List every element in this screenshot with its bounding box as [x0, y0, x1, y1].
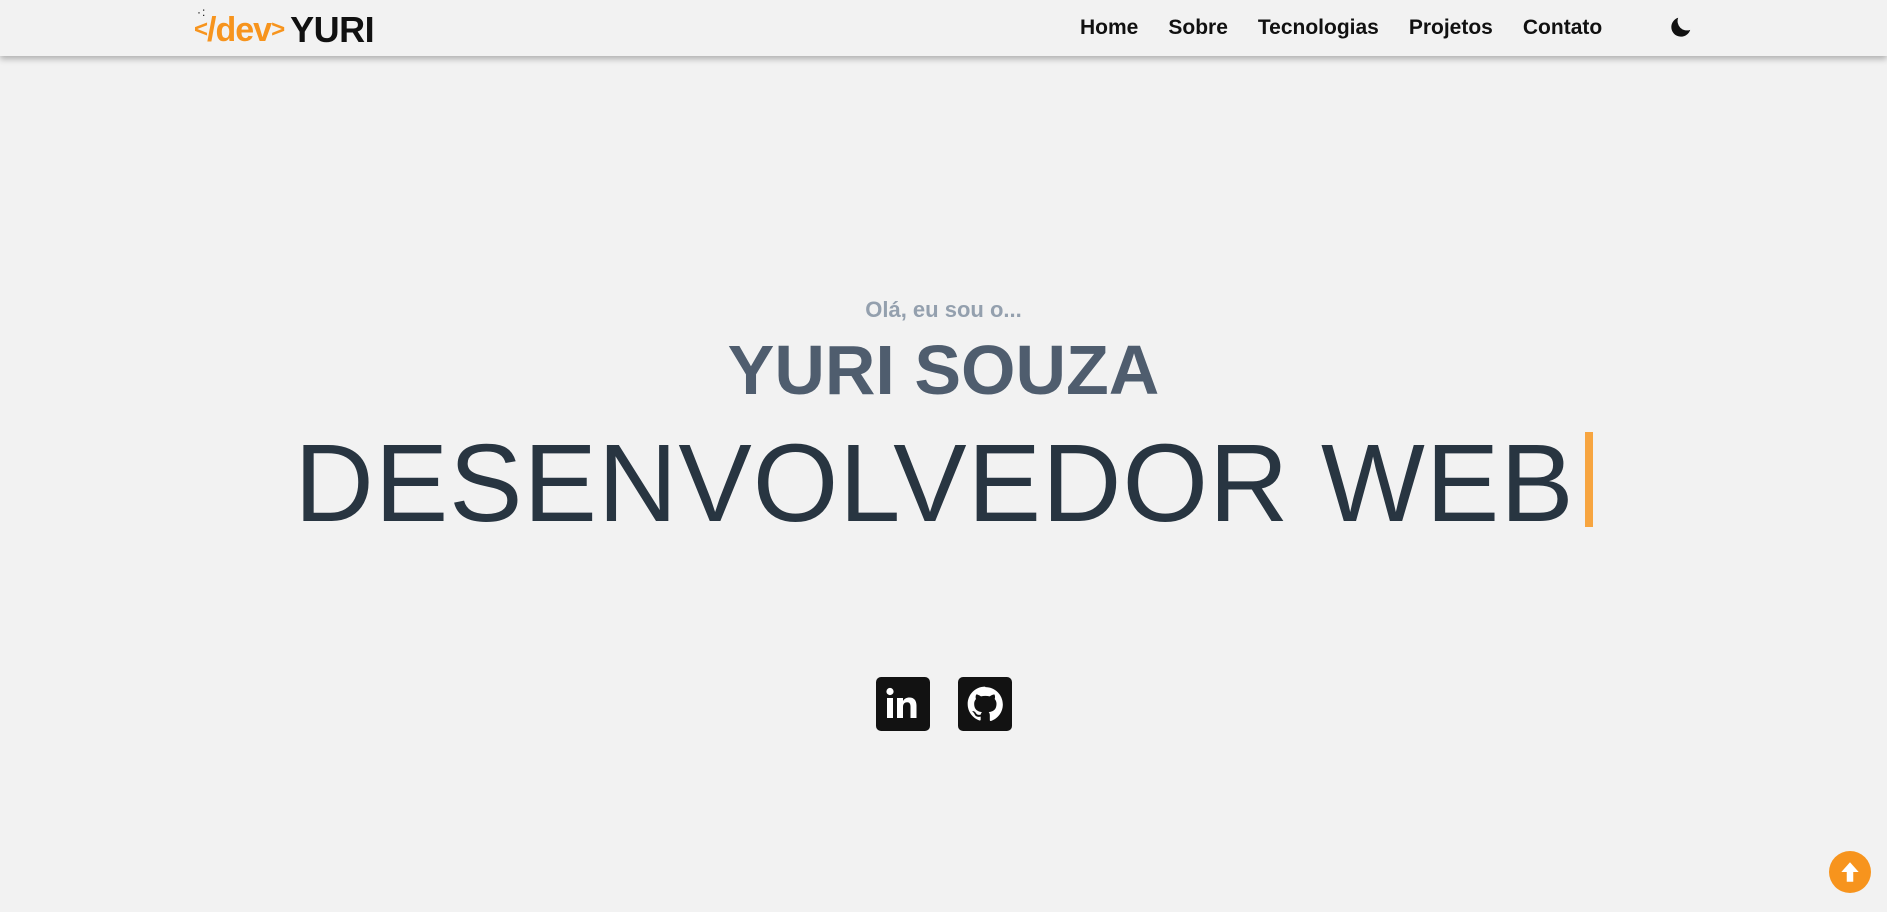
arrow-up-icon	[1841, 862, 1859, 882]
logo-dots: ·:	[197, 5, 207, 19]
nav-link-projetos[interactable]: Projetos	[1409, 16, 1493, 40]
nav-link-tecnologias[interactable]: Tecnologias	[1258, 16, 1379, 40]
hero-role: DESENVOLVEDOR WEB	[294, 422, 1575, 545]
nav-link-home[interactable]: Home	[1080, 16, 1138, 40]
navbar: ·: </dev> YURI Home Sobre Tecnologias Pr…	[0, 0, 1887, 56]
theme-toggle-button[interactable]	[1668, 14, 1694, 40]
hero-name: YURI SOUZA	[727, 331, 1160, 409]
logo-name: YURI	[290, 9, 375, 50]
back-to-top-button[interactable]	[1829, 851, 1871, 893]
logo-code: </dev>	[194, 10, 285, 50]
logo-code-text: /dev	[207, 10, 272, 49]
hero-role-container: DESENVOLVEDOR WEB	[0, 424, 1887, 544]
logo-open-angle: <	[194, 15, 208, 43]
nav-link-sobre[interactable]: Sobre	[1168, 16, 1228, 40]
nav-menu: Home Sobre Tecnologias Projetos Contato	[1080, 0, 1632, 56]
typing-cursor	[1584, 432, 1593, 527]
social-links	[876, 677, 1040, 731]
nav-link-contato[interactable]: Contato	[1523, 16, 1602, 40]
logo-close-angle: >	[271, 15, 285, 43]
hero-greeting: Olá, eu sou o...	[865, 297, 1022, 322]
github-icon	[967, 686, 1003, 722]
linkedin-button[interactable]	[876, 677, 930, 731]
github-button[interactable]	[958, 677, 1012, 731]
linkedin-icon	[886, 687, 917, 718]
moon-icon	[1671, 17, 1691, 37]
brand-logo[interactable]: ·: </dev> YURI	[194, 5, 375, 50]
